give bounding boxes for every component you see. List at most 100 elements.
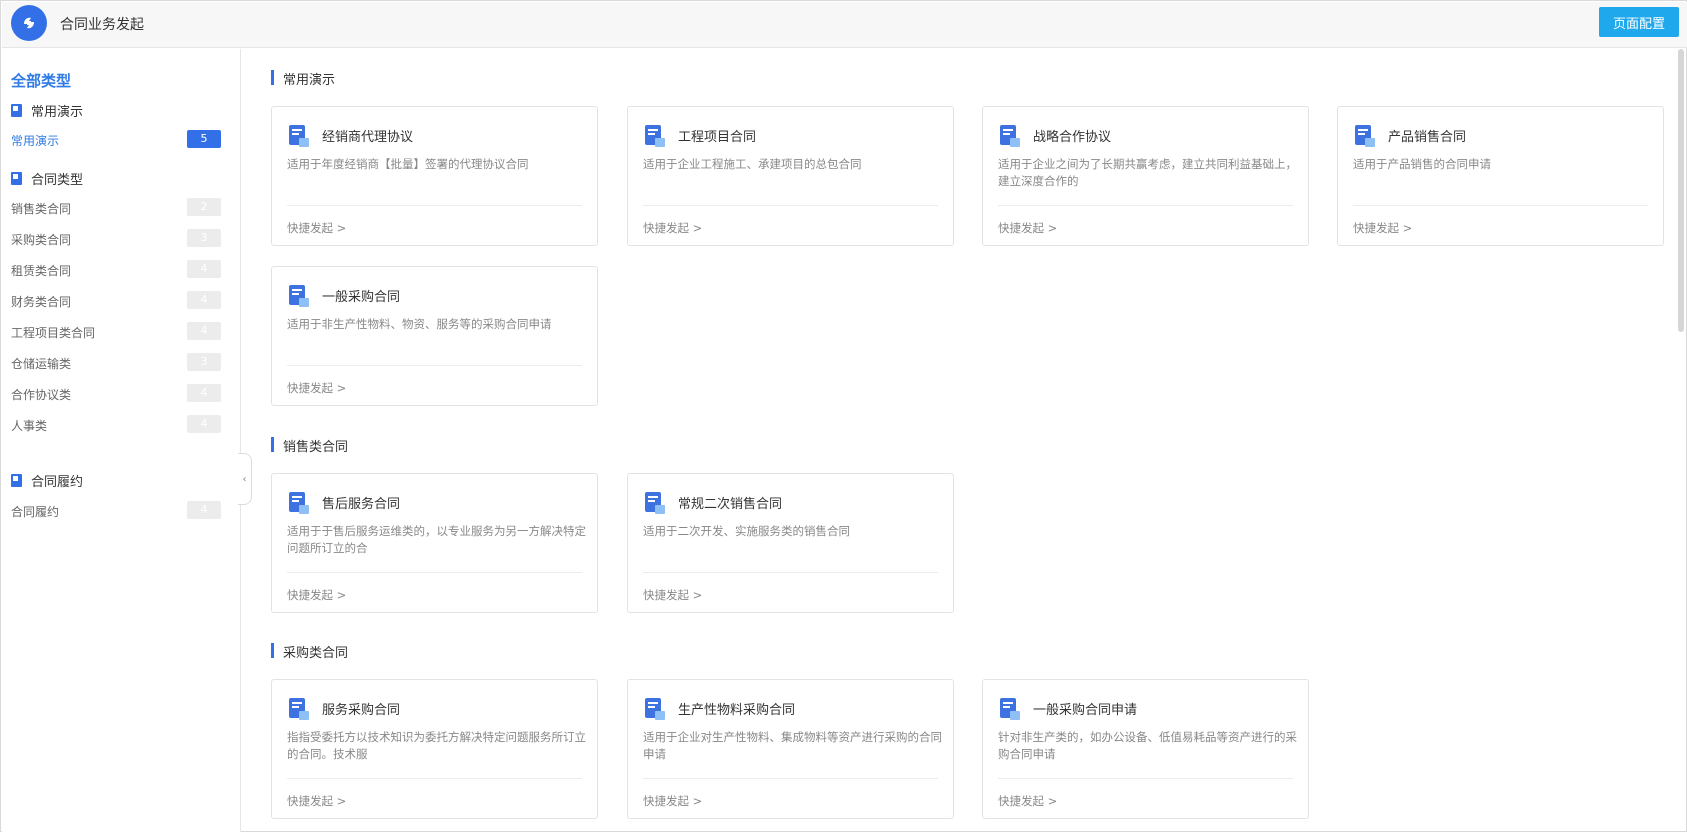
card-divider [287, 572, 582, 573]
contract-card[interactable]: 常规二次销售合同 适用于二次开发、实施服务类的销售合同 快捷发起 > [627, 473, 954, 613]
document-icon [289, 285, 309, 307]
section-title-sales: 销售类合同 [271, 436, 348, 455]
card-title: 常规二次销售合同 [678, 497, 783, 512]
document-icon [1000, 125, 1020, 147]
quick-start-link[interactable]: 快捷发起 > [643, 220, 702, 236]
card-description: 适用于企业工程施工、承建项目的总包合同 [643, 157, 862, 171]
quick-start-link[interactable]: 快捷发起 > [643, 793, 702, 809]
sidebar-item-label: 财务类合同 [11, 295, 72, 309]
contract-card[interactable]: 工程项目合同 适用于企业工程施工、承建项目的总包合同 快捷发起 > [627, 106, 954, 246]
sidebar-item-label: 合作协议类 [11, 388, 72, 402]
document-icon [1000, 698, 1020, 720]
quick-start-link[interactable]: 快捷发起 > [287, 380, 346, 396]
card-title: 一般采购合同申请 [1033, 703, 1138, 718]
page-config-button[interactable]: 页面配置 [1599, 7, 1679, 37]
count-badge: 5 [187, 130, 221, 148]
document-icon [289, 698, 309, 720]
card-description: 适用于企业对生产性物料、集成物料等资产进行采购的合同申请 [643, 730, 942, 761]
document-icon [1355, 125, 1375, 147]
section-title-common: 常用演示 [271, 69, 335, 88]
count-badge: 4 [187, 260, 221, 278]
card-title: 战略合作协议 [1033, 130, 1112, 145]
count-badge: 3 [187, 353, 221, 371]
contract-card[interactable]: 一般采购合同申请 针对非生产类的，如办公设备、低值易耗品等资产进行的采购合同申请… [982, 679, 1309, 819]
sidebar-item-finance[interactable]: 财务类合同 4 [11, 291, 221, 309]
count-badge: 4 [187, 322, 221, 340]
sidebar-item-storage[interactable]: 仓储运输类 3 [11, 353, 221, 371]
card-title: 经销商代理协议 [322, 130, 414, 145]
sidebar-item-label: 仓储运输类 [11, 357, 72, 371]
quick-start-link[interactable]: 快捷发起 > [1353, 220, 1412, 236]
sidebar-group-label: 合同履约 [31, 475, 84, 490]
quick-start-link[interactable]: 快捷发起 > [287, 793, 346, 809]
bookmark-icon [11, 104, 22, 117]
card-description: 适用于二次开发、实施服务类的销售合同 [643, 524, 850, 538]
card-divider [287, 778, 582, 779]
quick-start-link[interactable]: 快捷发起 > [643, 587, 702, 603]
card-divider [1353, 205, 1648, 206]
sidebar-item-sales[interactable]: 销售类合同 2 [11, 198, 221, 216]
card-divider [287, 365, 582, 366]
sidebar-all-types[interactable]: 全部类型 [11, 70, 71, 91]
count-badge: 4 [187, 501, 221, 519]
contract-card[interactable]: 售后服务合同 适用于于售后服务运维类的，以专业服务为另一方解决特定问题所订立的合… [271, 473, 598, 613]
card-description: 适用于于售后服务运维类的，以专业服务为另一方解决特定问题所订立的合 [287, 524, 586, 555]
card-divider [643, 572, 938, 573]
contract-card[interactable]: 产品销售合同 适用于产品销售的合同申请 快捷发起 > [1337, 106, 1664, 246]
sidebar-item-engineering[interactable]: 工程项目类合同 4 [11, 322, 221, 340]
sidebar-item-label: 常用演示 [11, 134, 60, 148]
app-logo-icon [11, 5, 47, 41]
sidebar-item-cooperation[interactable]: 合作协议类 4 [11, 384, 221, 402]
document-icon [645, 698, 665, 720]
sidebar-item-performance[interactable]: 合同履约 4 [11, 501, 221, 519]
card-divider [287, 205, 582, 206]
card-divider [643, 778, 938, 779]
contract-card[interactable]: 一般采购合同 适用于非生产性物料、物资、服务等的采购合同申请 快捷发起 > [271, 266, 598, 406]
sidebar-item-label: 租赁类合同 [11, 264, 72, 278]
sidebar: 全部类型 常用演示 常用演示 5 合同类型 销售类合同 2 采购类合同 3 租赁… [2, 49, 241, 832]
card-description: 适用于产品销售的合同申请 [1353, 157, 1491, 171]
vertical-scrollbar[interactable] [1678, 49, 1684, 332]
card-title: 产品销售合同 [1388, 130, 1467, 145]
card-title: 工程项目合同 [678, 130, 757, 145]
count-badge: 4 [187, 384, 221, 402]
sidebar-group-label: 合同类型 [31, 173, 84, 188]
sidebar-item-common-demo[interactable]: 常用演示 5 [11, 130, 221, 148]
main-content: 常用演示 经销商代理协议 适用于年度经销商【批量】签署的代理协议合同 快捷发起 … [242, 49, 1672, 832]
section-title-procurement: 采购类合同 [271, 642, 348, 661]
card-description: 适用于企业之间为了长期共赢考虑，建立共同利益基础上，建立深度合作的 [998, 157, 1297, 188]
sidebar-item-hr[interactable]: 人事类 4 [11, 415, 221, 433]
sidebar-item-procurement[interactable]: 采购类合同 3 [11, 229, 221, 247]
quick-start-link[interactable]: 快捷发起 > [287, 220, 346, 236]
contract-card[interactable]: 战略合作协议 适用于企业之间为了长期共赢考虑，建立共同利益基础上，建立深度合作的… [982, 106, 1309, 246]
document-icon [645, 125, 665, 147]
sidebar-item-lease[interactable]: 租赁类合同 4 [11, 260, 221, 278]
card-title: 售后服务合同 [322, 497, 401, 512]
sidebar-group-performance: 合同履约 [11, 471, 83, 490]
count-badge: 2 [187, 198, 221, 216]
document-icon [289, 492, 309, 514]
contract-card[interactable]: 服务采购合同 指指受委托方以技术知识为委托方解决特定问题服务所订立的合同。技术服… [271, 679, 598, 819]
card-title: 生产性物料采购合同 [678, 703, 796, 718]
sidebar-item-label: 工程项目类合同 [11, 326, 96, 340]
sidebar-item-label: 销售类合同 [11, 202, 72, 216]
sidebar-group-common: 常用演示 [11, 101, 83, 120]
card-title: 服务采购合同 [322, 703, 401, 718]
sidebar-group-label: 常用演示 [31, 105, 84, 120]
page-title: 合同业务发起 [60, 17, 144, 33]
count-badge: 3 [187, 229, 221, 247]
quick-start-link[interactable]: 快捷发起 > [998, 220, 1057, 236]
sidebar-item-label: 采购类合同 [11, 233, 72, 247]
card-divider [998, 778, 1293, 779]
top-header: 合同业务发起 页面配置 [2, 2, 1687, 48]
quick-start-link[interactable]: 快捷发起 > [287, 587, 346, 603]
bookmark-icon [11, 172, 22, 185]
quick-start-link[interactable]: 快捷发起 > [998, 793, 1057, 809]
contract-card[interactable]: 经销商代理协议 适用于年度经销商【批量】签署的代理协议合同 快捷发起 > [271, 106, 598, 246]
document-icon [645, 492, 665, 514]
card-divider [643, 205, 938, 206]
sidebar-item-label: 人事类 [11, 419, 48, 433]
card-description: 指指受委托方以技术知识为委托方解决特定问题服务所订立的合同。技术服 [287, 730, 586, 761]
card-description: 针对非生产类的，如办公设备、低值易耗品等资产进行的采购合同申请 [998, 730, 1297, 761]
contract-card[interactable]: 生产性物料采购合同 适用于企业对生产性物料、集成物料等资产进行采购的合同申请 快… [627, 679, 954, 819]
